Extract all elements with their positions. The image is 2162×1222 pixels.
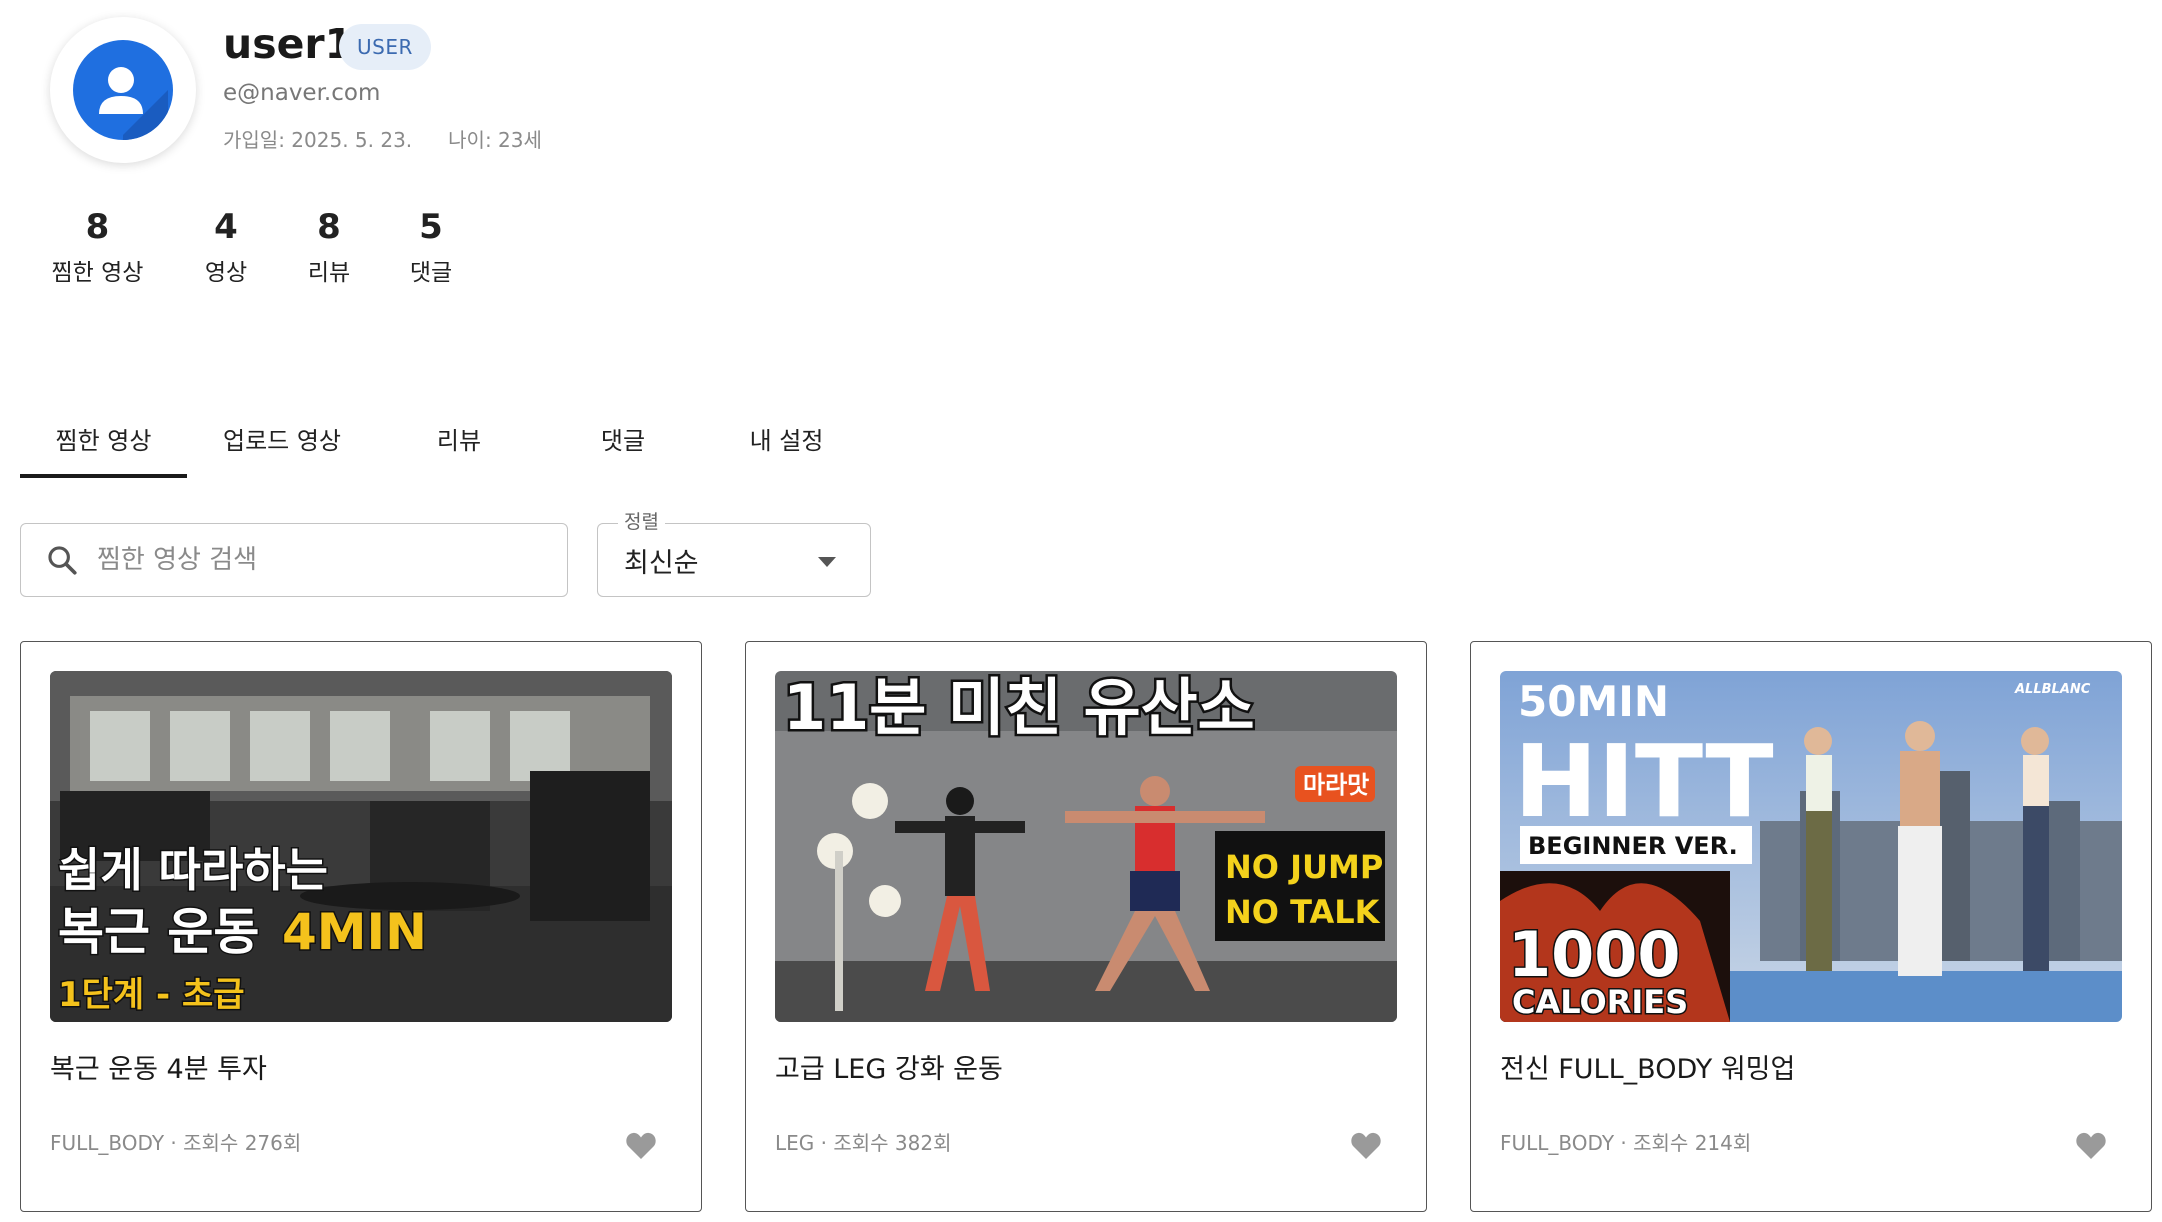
user-email: e@naver.com bbox=[223, 80, 381, 106]
thumb-text: 50MIN bbox=[1518, 677, 1669, 726]
thumb-text: 11분 미친 유산소 bbox=[783, 671, 1255, 744]
thumb-text: CALORIES bbox=[1512, 983, 1688, 1021]
stat-label: 리뷰 bbox=[307, 260, 351, 286]
tab-comments[interactable]: 댓글 bbox=[541, 398, 705, 478]
stat-reviews: 8 리뷰 bbox=[297, 205, 361, 291]
video-thumbnail[interactable]: 쉽게 따라하는 복근 운동 4MIN 1단계 - 초급 bbox=[50, 671, 672, 1022]
username: user1 bbox=[223, 20, 354, 68]
tab-settings[interactable]: 내 설정 bbox=[705, 398, 868, 478]
search-input[interactable] bbox=[97, 545, 537, 575]
sort-select[interactable]: 정렬 최신순 bbox=[597, 509, 871, 597]
stat-videos: 4 영상 bbox=[155, 205, 297, 291]
video-meta: FULL_BODY · 조회수 214회 bbox=[1500, 1131, 1752, 1155]
tab-liked-videos[interactable]: 찜한 영상 bbox=[20, 398, 187, 478]
thumb-text: NO JUMP bbox=[1225, 848, 1383, 886]
thumb-text: 마라맛 bbox=[1303, 771, 1369, 799]
video-meta: LEG · 조회수 382회 bbox=[775, 1131, 952, 1155]
video-card[interactable]: 50MIN HITT BEGINNER VER. 1000 CALORIES A… bbox=[1470, 641, 2152, 1212]
sort-value: 최신순 bbox=[624, 547, 699, 579]
user-age: 나이: 23세 bbox=[448, 128, 542, 152]
profile-stats: 8 찜한 영상 4 영상 8 리뷰 5 댓글 bbox=[40, 205, 501, 291]
user-icon bbox=[73, 40, 173, 140]
video-meta: FULL_BODY · 조회수 276회 bbox=[50, 1131, 302, 1155]
video-title[interactable]: 복근 운동 4분 투자 bbox=[50, 1050, 267, 1090]
thumb-text: 쉽게 따라하는 bbox=[58, 843, 328, 897]
search-field[interactable] bbox=[20, 523, 568, 597]
stat-label: 찜한 영상 bbox=[51, 260, 144, 286]
video-card[interactable]: 11분 미친 유산소 마라맛 NO JUMP NO TALK 고급 LEG 강화… bbox=[745, 641, 1427, 1212]
sort-label: 정렬 bbox=[618, 509, 665, 535]
thumb-text: 1000 bbox=[1508, 918, 1681, 991]
chevron-down-icon bbox=[818, 557, 836, 567]
stat-liked-videos: 8 찜한 영상 bbox=[40, 205, 155, 291]
heart-icon[interactable] bbox=[2075, 1130, 2107, 1160]
profile-page: user1 USER e@naver.com 가입일: 2025. 5. 23.… bbox=[0, 0, 2162, 1222]
thumb-text: 복근 운동 bbox=[58, 903, 259, 961]
stat-value: 8 bbox=[317, 207, 341, 247]
thumb-text: BEGINNER VER. bbox=[1528, 832, 1738, 860]
stat-value: 8 bbox=[85, 207, 110, 247]
video-title[interactable]: 전신 FULL_BODY 워밍업 bbox=[1500, 1050, 1795, 1090]
video-card[interactable]: 쉽게 따라하는 복근 운동 4MIN 1단계 - 초급 복근 운동 4분 투자 … bbox=[20, 641, 702, 1212]
tab-reviews[interactable]: 리뷰 bbox=[377, 398, 541, 478]
stat-label: 댓글 bbox=[409, 260, 453, 286]
join-date: 가입일: 2025. 5. 23. bbox=[223, 128, 413, 152]
tab-uploaded-videos[interactable]: 업로드 영상 bbox=[187, 398, 377, 478]
video-title[interactable]: 고급 LEG 강화 운동 bbox=[775, 1050, 1003, 1090]
thumb-text: 1단계 - 초급 bbox=[58, 975, 245, 1015]
stat-value: 5 bbox=[419, 207, 443, 247]
profile-tabs: 찜한 영상 업로드 영상 리뷰 댓글 내 설정 bbox=[20, 398, 868, 478]
thumb-text: NO TALK bbox=[1225, 893, 1381, 931]
stat-label: 영상 bbox=[204, 260, 248, 286]
search-icon bbox=[48, 546, 77, 575]
thumb-text: HITT bbox=[1514, 723, 1774, 840]
thumb-text: 4MIN bbox=[282, 903, 427, 961]
avatar[interactable] bbox=[50, 17, 196, 163]
profile-meta: 가입일: 2025. 5. 23. 나이: 23세 bbox=[223, 126, 542, 154]
thumb-text: ALLBLANC bbox=[2014, 682, 2091, 697]
video-thumbnail[interactable]: 50MIN HITT BEGINNER VER. 1000 CALORIES A… bbox=[1500, 671, 2122, 1022]
stat-value: 4 bbox=[214, 207, 238, 247]
stat-comments: 5 댓글 bbox=[361, 205, 501, 291]
video-thumbnail[interactable]: 11분 미친 유산소 마라맛 NO JUMP NO TALK bbox=[775, 671, 1397, 1022]
heart-icon[interactable] bbox=[1350, 1130, 1382, 1160]
heart-icon[interactable] bbox=[625, 1130, 657, 1160]
role-badge: USER bbox=[339, 24, 431, 70]
